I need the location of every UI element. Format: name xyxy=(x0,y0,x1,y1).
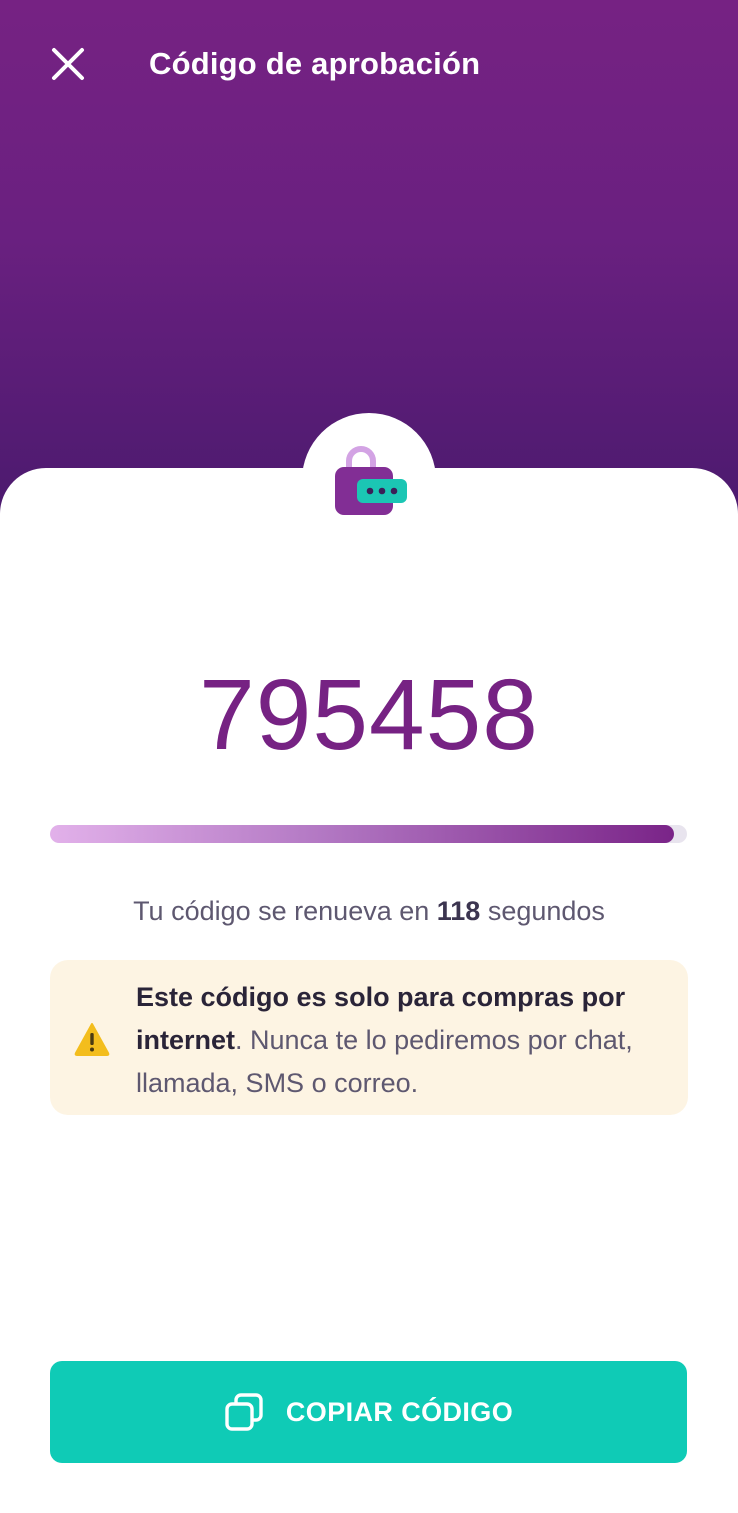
close-button[interactable] xyxy=(46,42,90,86)
close-icon xyxy=(52,48,84,80)
lock-dots-icon xyxy=(335,446,407,515)
notice-text: Este código es solo para compras por int… xyxy=(136,976,656,1105)
lock-badge xyxy=(302,413,436,547)
renew-seconds: 118 xyxy=(436,896,481,926)
copy-code-label: COPIAR CÓDIGO xyxy=(285,1396,514,1427)
renew-prefix: Tu código se renueva en xyxy=(133,896,437,926)
copy-icon xyxy=(225,1393,263,1431)
copy-code-button[interactable]: COPIAR CÓDIGO xyxy=(50,1361,687,1463)
warning-icon xyxy=(74,1023,110,1056)
page-title: Código de aprobación xyxy=(149,46,481,81)
approval-code: 795458 xyxy=(199,659,539,771)
renew-suffix: segundos xyxy=(480,896,605,926)
security-notice: Este código es solo para compras por int… xyxy=(50,960,688,1115)
renew-text: Tu código se renueva en 118 segundos xyxy=(0,891,738,931)
timer-progress-fill xyxy=(50,825,675,843)
timer-progress-bar xyxy=(50,825,687,843)
